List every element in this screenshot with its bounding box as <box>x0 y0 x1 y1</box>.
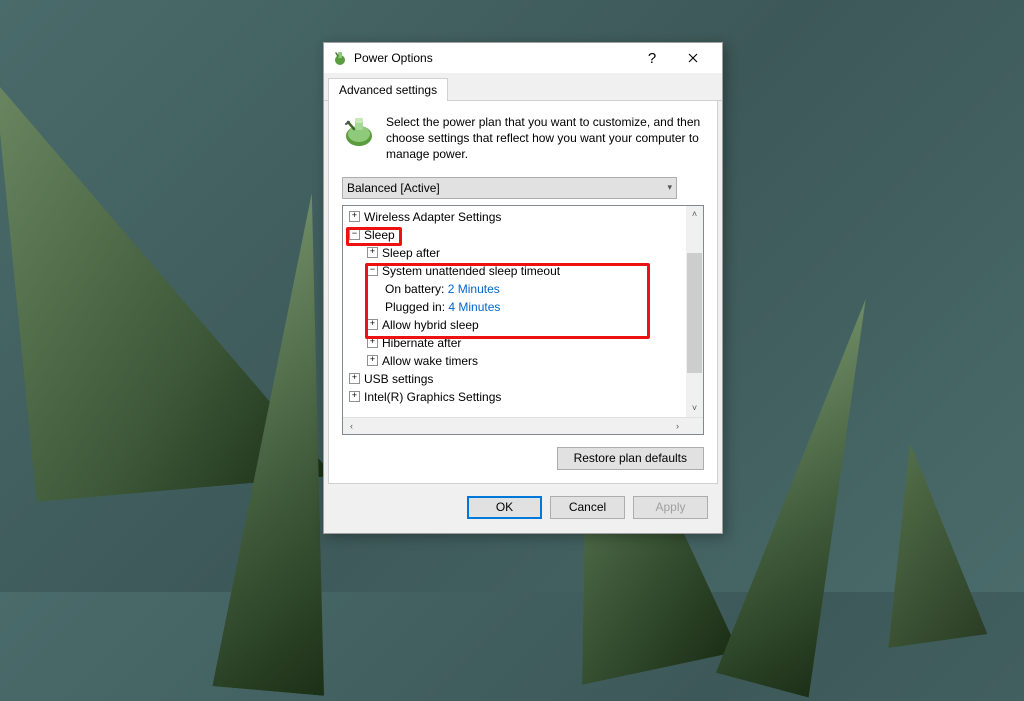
expand-icon[interactable]: + <box>367 337 378 348</box>
power-options-dialog: Power Options ? Advanced settings Se <box>323 42 723 534</box>
scroll-up-icon[interactable]: ˄ <box>686 206 703 223</box>
tree-item-wireless[interactable]: + Wireless Adapter Settings <box>343 208 703 226</box>
cancel-button[interactable]: Cancel <box>550 496 625 519</box>
scrollbar-corner <box>686 418 703 434</box>
dialog-button-row: OK Cancel Apply <box>324 488 722 533</box>
tree-item-allow-hybrid-sleep[interactable]: + Allow hybrid sleep <box>343 316 703 334</box>
intro-section: Select the power plan that you want to c… <box>342 114 704 163</box>
tab-strip: Advanced settings <box>324 73 722 101</box>
horizontal-scrollbar[interactable]: ‹ › <box>343 417 703 434</box>
tree-item-sleep[interactable]: − Sleep <box>343 226 703 244</box>
tree-item-hibernate-after[interactable]: + Hibernate after <box>343 334 703 352</box>
scroll-down-icon[interactable]: ˅ <box>686 400 703 417</box>
power-options-icon <box>332 50 348 66</box>
apply-button: Apply <box>633 496 708 519</box>
collapse-icon[interactable]: − <box>349 229 360 240</box>
intro-text: Select the power plan that you want to c… <box>386 114 704 163</box>
help-button[interactable]: ? <box>634 43 670 73</box>
ok-button[interactable]: OK <box>467 496 542 519</box>
on-battery-value[interactable]: 2 Minutes <box>448 282 500 296</box>
tree-viewport[interactable]: + Wireless Adapter Settings − Sleep + Sl… <box>343 206 703 417</box>
tab-panel: Select the power plan that you want to c… <box>328 101 718 484</box>
close-icon <box>688 53 698 63</box>
expand-icon[interactable]: + <box>367 355 378 366</box>
titlebar-title: Power Options <box>354 51 634 65</box>
plugged-in-value[interactable]: 4 Minutes <box>448 300 500 314</box>
collapse-icon[interactable]: − <box>367 265 378 276</box>
settings-tree: + Wireless Adapter Settings − Sleep + Sl… <box>342 205 704 435</box>
chevron-down-icon: ▾ <box>667 182 672 193</box>
tree-item-on-battery[interactable]: On battery: 2 Minutes <box>343 280 703 298</box>
tree-item-system-unattended-sleep-timeout[interactable]: − System unattended sleep timeout <box>343 262 703 280</box>
expand-icon[interactable]: + <box>349 373 360 384</box>
tab-advanced-settings[interactable]: Advanced settings <box>328 78 448 101</box>
desktop-leaf-decoration <box>861 436 988 648</box>
scrollbar-thumb[interactable] <box>687 253 702 373</box>
expand-icon[interactable]: + <box>367 319 378 330</box>
tree-item-usb-settings[interactable]: + USB settings <box>343 370 703 388</box>
power-plan-icon <box>342 114 376 148</box>
scroll-right-icon[interactable]: › <box>669 418 686 434</box>
power-plan-select[interactable]: Balanced [Active] ▾ <box>342 177 677 199</box>
restore-plan-defaults-button[interactable]: Restore plan defaults <box>557 447 704 470</box>
expand-icon[interactable]: + <box>349 211 360 222</box>
tree-item-intel-graphics[interactable]: + Intel(R) Graphics Settings <box>343 388 703 406</box>
plan-select-value: Balanced [Active] <box>347 181 440 195</box>
tree-item-allow-wake-timers[interactable]: + Allow wake timers <box>343 352 703 370</box>
close-button[interactable] <box>670 43 716 73</box>
scroll-left-icon[interactable]: ‹ <box>343 418 360 434</box>
expand-icon[interactable]: + <box>349 391 360 402</box>
tree-item-sleep-after[interactable]: + Sleep after <box>343 244 703 262</box>
scrollbar-track[interactable] <box>686 223 703 400</box>
titlebar[interactable]: Power Options ? <box>324 43 722 73</box>
expand-icon[interactable]: + <box>367 247 378 258</box>
tree-item-plugged-in[interactable]: Plugged in: 4 Minutes <box>343 298 703 316</box>
vertical-scrollbar[interactable]: ˄ ˅ <box>686 206 703 417</box>
scrollbar-track[interactable] <box>360 418 669 434</box>
